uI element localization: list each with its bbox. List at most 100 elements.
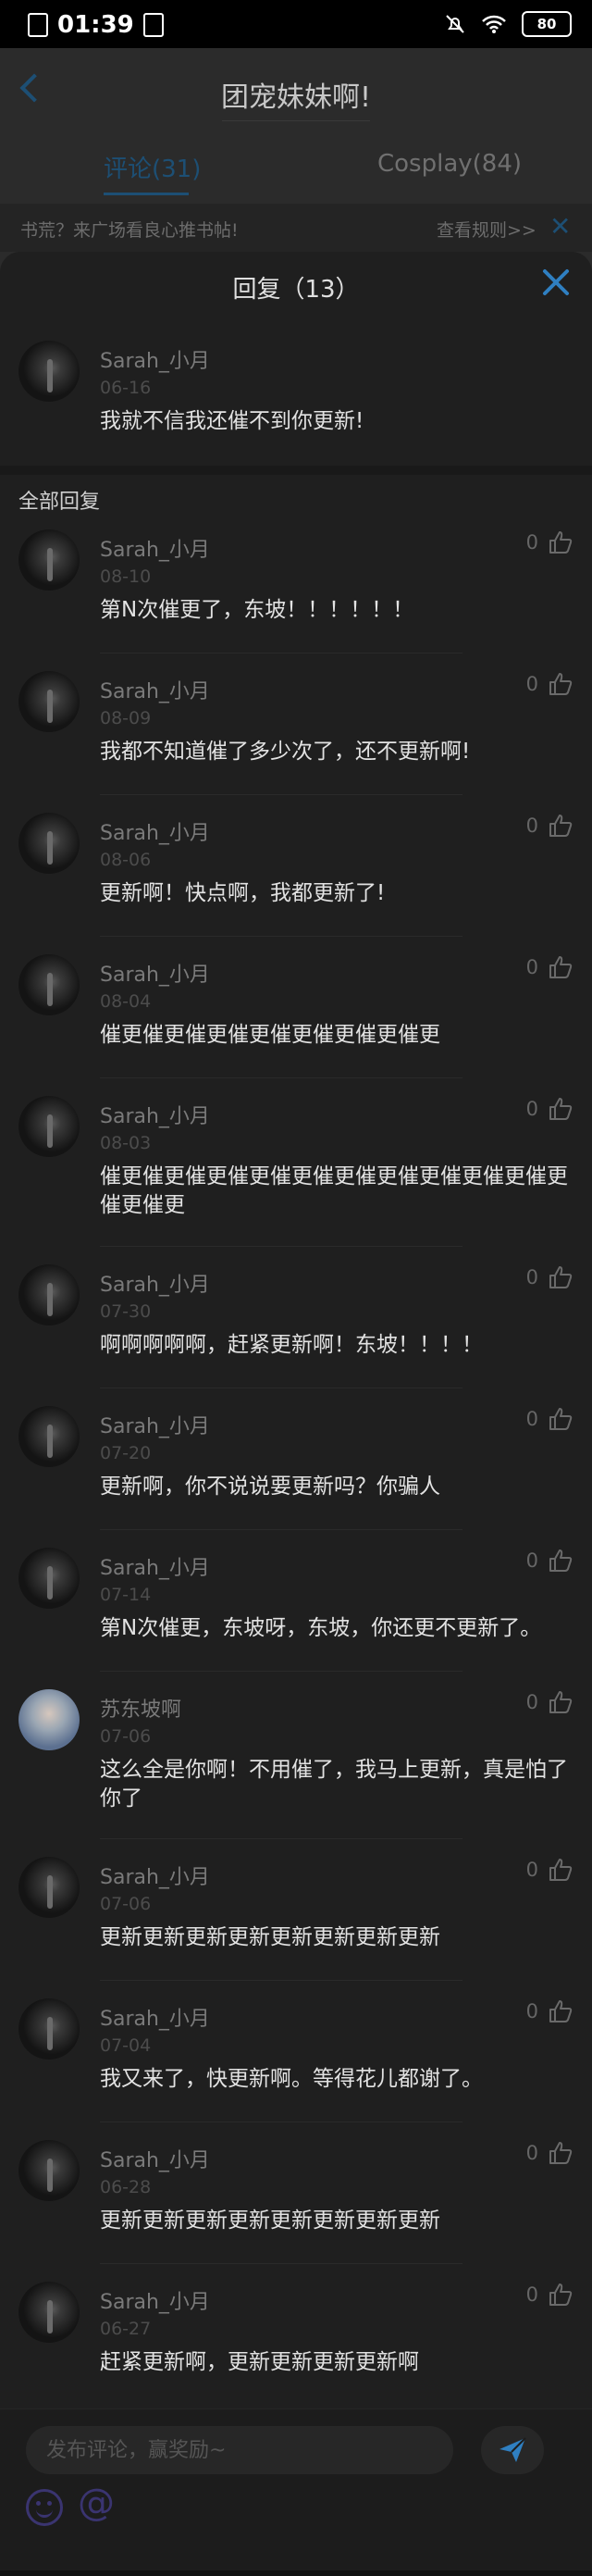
reply-text: 催更催更催更催更催更催更催更催更 (100, 1023, 440, 1047)
avatar[interactable] (18, 1548, 80, 1609)
thumbs-up-icon (548, 1264, 574, 1290)
tab-cosplay[interactable]: Cosplay(84) (377, 150, 522, 178)
reply-date: 08-04 (100, 991, 152, 1012)
like-count: 0 (525, 1408, 538, 1430)
reply-divider (100, 1529, 462, 1530)
send-icon (500, 2437, 526, 2462)
like-button[interactable]: 0 (526, 1264, 574, 1290)
avatar[interactable] (18, 1689, 80, 1750)
like-count: 0 (525, 673, 538, 695)
reply-author[interactable]: Sarah_小月 (100, 1551, 210, 1581)
avatar[interactable] (18, 341, 80, 402)
reply-divider (100, 2263, 462, 2264)
like-button[interactable]: 0 (526, 1998, 574, 2024)
sheet-title: 回复（13） (232, 276, 360, 304)
avatar[interactable] (18, 1406, 80, 1467)
avatar[interactable] (18, 1998, 80, 2060)
mention-icon[interactable]: @ (78, 2482, 115, 2524)
reply-date: 07-20 (100, 1443, 152, 1463)
like-button[interactable]: 0 (526, 1857, 574, 1883)
section-divider (0, 466, 592, 475)
reply-author[interactable]: Sarah_小月 (100, 1410, 210, 1439)
sim-icon (28, 13, 48, 37)
thumbs-up-icon (548, 671, 574, 697)
reply-author[interactable]: Sarah_小月 (100, 1100, 210, 1129)
reply-sheet: 回复（13） Sarah_小月 06-16 我就不信我还催不到你更新! 全部回复… (0, 252, 592, 2575)
mute-icon (444, 13, 466, 35)
reply-divider (100, 1077, 462, 1078)
avatar[interactable] (18, 2140, 80, 2201)
reply-divider (100, 1671, 462, 1672)
like-button[interactable]: 0 (526, 529, 574, 555)
send-button[interactable] (481, 2426, 544, 2474)
emoji-icon[interactable] (26, 2489, 63, 2526)
comment-author[interactable]: Sarah_小月 (100, 344, 210, 374)
reply-author[interactable]: Sarah_小月 (100, 533, 210, 563)
like-count: 0 (525, 1266, 538, 1288)
like-button[interactable]: 0 (526, 2282, 574, 2308)
reply-date: 07-30 (100, 1301, 152, 1322)
like-count: 0 (525, 1691, 538, 1713)
avatar[interactable] (18, 1096, 80, 1157)
title-divider (222, 120, 370, 121)
reply-author[interactable]: 苏东坡啊 (100, 1693, 181, 1723)
like-button[interactable]: 0 (526, 813, 574, 839)
like-button[interactable]: 0 (526, 1689, 574, 1715)
reply-author[interactable]: Sarah_小月 (100, 675, 210, 704)
reply-date: 07-14 (100, 1585, 152, 1605)
like-button[interactable]: 0 (526, 1406, 574, 1432)
reply-text: 第N次催更，东坡呀，东坡，你还更不更新了。 (100, 1616, 542, 1640)
reply-author[interactable]: Sarah_小月 (100, 2002, 210, 2032)
avatar[interactable] (18, 529, 80, 591)
comment-text: 我就不信我还催不到你更新! (100, 409, 364, 433)
comment-input[interactable] (26, 2426, 453, 2474)
avatar[interactable] (18, 1857, 80, 1918)
notice-text: 书荒？来广场看良心推书帖! (20, 220, 239, 241)
comment-composer: @ (0, 2408, 592, 2576)
reply-divider (100, 1838, 462, 1839)
close-icon[interactable] (540, 267, 572, 298)
reply-text: 我都不知道催了多少次了，还不更新啊! (100, 740, 471, 764)
notice-banner: 书荒？来广场看良心推书帖! 查看规则>> ✕ (0, 204, 592, 252)
reply-author[interactable]: Sarah_小月 (100, 958, 210, 988)
notice-rules-link[interactable]: 查看规则>> (437, 217, 536, 242)
wifi-icon (481, 14, 507, 34)
thumbs-up-icon (548, 813, 574, 839)
status-bar: 01:39 80 (0, 0, 592, 48)
reply-author[interactable]: Sarah_小月 (100, 1268, 210, 1298)
like-button[interactable]: 0 (526, 1096, 574, 1122)
like-button[interactable]: 0 (526, 671, 574, 697)
thumbs-up-icon (548, 2282, 574, 2308)
page-title: 团宠妹妹啊! (220, 81, 372, 114)
like-button[interactable]: 0 (526, 1548, 574, 1574)
battery-icon: 80 (522, 11, 572, 37)
avatar[interactable] (18, 1264, 80, 1325)
reply-divider (100, 794, 462, 795)
reply-date: 07-06 (100, 1894, 152, 1914)
thumbs-up-icon (548, 1406, 574, 1432)
reply-divider (100, 1980, 462, 1981)
like-button[interactable]: 0 (526, 2140, 574, 2166)
tab-comments[interactable]: 评论(31) (104, 150, 201, 184)
avatar[interactable] (18, 671, 80, 732)
avatar[interactable] (18, 954, 80, 1015)
thumbs-up-icon (548, 1857, 574, 1883)
avatar[interactable] (18, 813, 80, 874)
reply-author[interactable]: Sarah_小月 (100, 2285, 210, 2315)
like-count: 0 (525, 1859, 538, 1881)
like-count: 0 (525, 2142, 538, 2164)
reply-author[interactable]: Sarah_小月 (100, 1860, 210, 1890)
like-count: 0 (525, 2284, 538, 2306)
reply-author[interactable]: Sarah_小月 (100, 816, 210, 846)
like-button[interactable]: 0 (526, 954, 574, 980)
reply-date: 07-06 (100, 1726, 152, 1747)
status-time: 01:39 (57, 11, 134, 39)
reply-divider (100, 936, 462, 937)
comment-date: 06-16 (100, 378, 152, 398)
reply-divider (100, 1246, 462, 1247)
section-title: 全部回复 (18, 491, 101, 514)
avatar[interactable] (18, 2282, 80, 2343)
notice-close-icon[interactable]: ✕ (549, 211, 571, 242)
reply-author[interactable]: Sarah_小月 (100, 2144, 210, 2173)
reply-text: 啊啊啊啊啊，赶紧更新啊！东坡！！！！ (100, 1333, 483, 1357)
